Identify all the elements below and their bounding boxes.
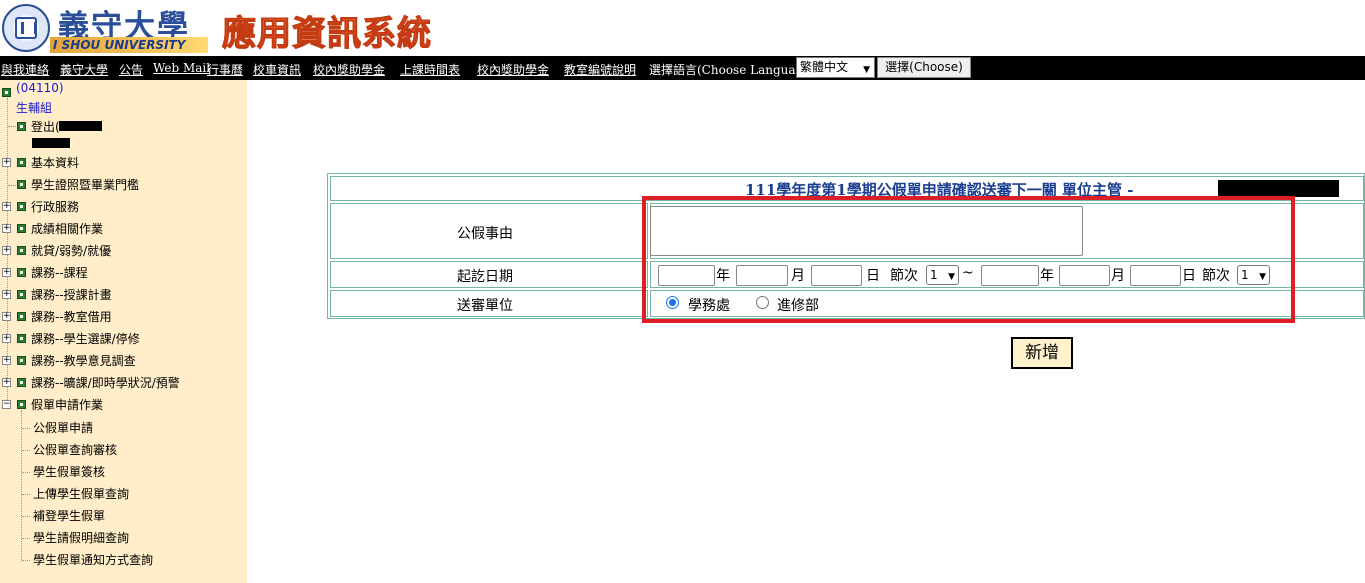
redacted-id (32, 138, 70, 148)
tree-line (21, 410, 22, 562)
choose-language-button[interactable]: 選擇(Choose) (877, 57, 971, 78)
folder-icon (17, 268, 26, 277)
add-button[interactable]: 新增 (1011, 337, 1073, 369)
system-title: 應用資訊系統 (222, 6, 432, 55)
expand-plus-icon[interactable]: + (2, 356, 11, 365)
nav-scholarship-link-2[interactable]: 校內獎助學金 (477, 61, 549, 78)
nav-class-schedule-link[interactable]: 上課時間表 (400, 61, 460, 78)
sidebar: (04110) 生輔組 登出( + 基本資料 學生證照暨畢業門檻 + 行政服務 … (0, 80, 247, 583)
sidebar-item-leave-application[interactable]: 假單申請作業 (31, 396, 103, 413)
folder-icon (17, 246, 26, 255)
sidebar-item-graduation-threshold[interactable]: 學生證照暨畢業門檻 (31, 176, 139, 193)
sidebar-dept-label: 生輔組 (16, 101, 53, 115)
expand-plus-icon[interactable]: + (2, 334, 11, 343)
language-label: 選擇語言(Choose Language): (649, 63, 820, 77)
nav-calendar-link[interactable]: 行事曆 (207, 61, 243, 78)
redacted-approver-name (1218, 180, 1339, 197)
sidebar-item-admin-services[interactable]: 行政服務 (31, 198, 79, 215)
folder-icon (17, 122, 26, 131)
date-label: 起訖日期 (457, 269, 513, 285)
submenu-official-leave-apply[interactable]: 公假單申請 (33, 419, 93, 436)
tree-connector (22, 516, 30, 517)
nav-university-link[interactable]: 義守大學 (60, 61, 108, 78)
folder-icon (17, 158, 26, 167)
folder-icon (17, 378, 26, 387)
folder-icon (17, 180, 26, 189)
tree-connector (22, 450, 30, 451)
sidebar-item-basic-info[interactable]: 基本資料 (31, 154, 79, 171)
sidebar-item-absence-warning[interactable]: 課務--曠課/即時學狀況/預警 (31, 374, 180, 391)
expand-plus-icon[interactable]: + (2, 312, 11, 321)
sidebar-item-syllabus[interactable]: 課務--授課計畫 (31, 286, 112, 303)
expand-plus-icon[interactable]: + (2, 378, 11, 387)
expand-plus-icon[interactable]: + (2, 268, 11, 277)
folder-icon (17, 334, 26, 343)
tree-connector (22, 428, 30, 429)
folder-icon (17, 290, 26, 299)
header: 義守大學 I SHOU UNIVERSITY 應用資訊系統 (0, 0, 1365, 56)
nav-contact-link[interactable]: 與我連絡 (1, 61, 49, 78)
sidebar-user-code[interactable]: (04110) (16, 81, 64, 95)
submenu-supplement-leave[interactable]: 補登學生假單 (33, 507, 105, 524)
expand-plus-icon[interactable]: + (2, 158, 11, 167)
highlight-box (642, 196, 1295, 323)
nav-classroom-code-link[interactable]: 教室編號說明 (564, 61, 636, 78)
chevron-down-icon: ▼ (863, 65, 870, 75)
tree-connector (22, 538, 30, 539)
folder-icon (17, 224, 26, 233)
nav-announcement-link[interactable]: 公告 (119, 61, 143, 78)
brand-english-name: I SHOU UNIVERSITY (50, 37, 208, 53)
tree-connector (8, 126, 16, 127)
tree-connector (8, 185, 16, 186)
nav-scholarship-link[interactable]: 校內獎助學金 (313, 61, 385, 78)
top-nav-bar: 與我連絡 義守大學 公告 Web Mail 行事曆 校車資訊 校內獎助學金 上課… (0, 56, 1365, 80)
folder-open-icon (17, 400, 26, 409)
nav-bus-info-link[interactable]: 校車資訊 (253, 61, 301, 78)
expand-plus-icon[interactable]: + (2, 224, 11, 233)
language-select-value: 繁體中文 (800, 60, 849, 74)
reason-label: 公假事由 (457, 226, 513, 242)
sidebar-item-loans[interactable]: 就貸/弱勢/就優 (31, 242, 111, 259)
tree-connector (22, 560, 30, 561)
tree-connector (22, 494, 30, 495)
nav-webmail-link[interactable]: Web Mail (153, 61, 210, 75)
folder-icon (17, 202, 26, 211)
sidebar-item-classroom-booking[interactable]: 課務--教室借用 (31, 308, 112, 325)
submenu-upload-leave-query[interactable]: 上傳學生假單查詢 (33, 485, 129, 502)
submenu-official-leave-query[interactable]: 公假單查詢審核 (33, 441, 117, 458)
language-select[interactable]: 繁體中文 ▼ (796, 57, 875, 78)
sidebar-item-teaching-survey[interactable]: 課務--教學意見調查 (31, 352, 136, 369)
submenu-student-leave-sign[interactable]: 學生假單簽核 (33, 463, 105, 480)
sidebar-logout-link[interactable]: 登出( (31, 118, 60, 135)
tree-connector (22, 472, 30, 473)
expand-plus-icon[interactable]: + (2, 202, 11, 211)
folder-icon (17, 356, 26, 365)
sidebar-item-course-selection[interactable]: 課務--學生選課/停修 (31, 330, 140, 347)
submenu-leave-detail-query[interactable]: 學生請假明細查詢 (33, 529, 129, 546)
redacted-name (59, 121, 102, 131)
university-seal-logo[interactable] (2, 4, 50, 52)
submenu-leave-notify-query[interactable]: 學生假單通知方式查詢 (33, 551, 153, 568)
expand-plus-icon[interactable]: + (2, 246, 11, 255)
sidebar-item-grades[interactable]: 成績相關作業 (31, 220, 103, 237)
unit-label: 送審單位 (457, 298, 513, 314)
folder-icon (17, 312, 26, 321)
sidebar-item-courses[interactable]: 課務--課程 (31, 264, 88, 281)
collapse-minus-icon[interactable]: − (2, 400, 11, 409)
expand-plus-icon[interactable]: + (2, 290, 11, 299)
folder-open-icon[interactable] (2, 88, 11, 97)
